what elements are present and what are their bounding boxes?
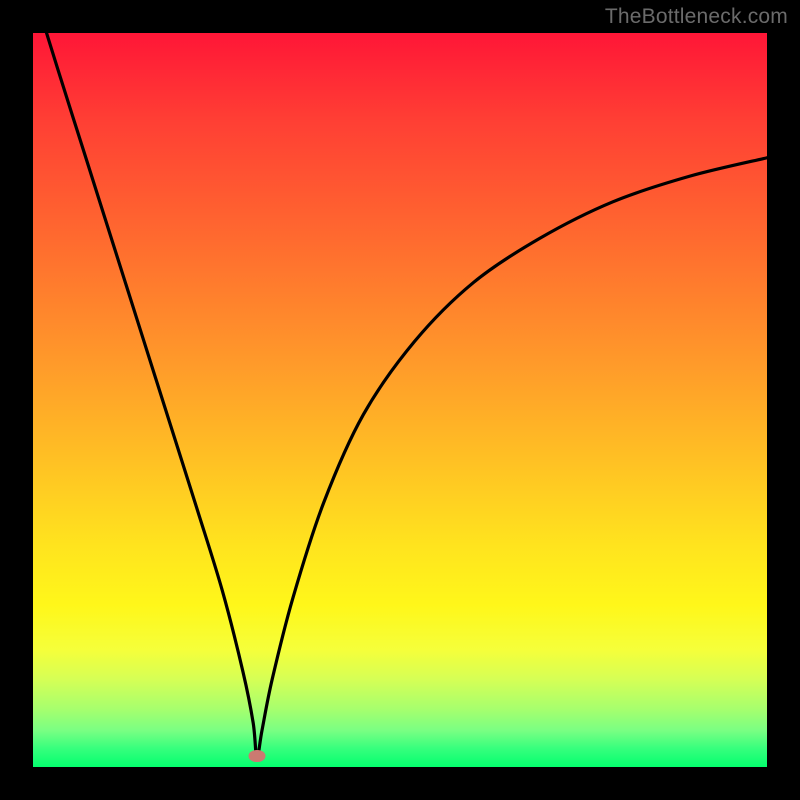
bottleneck-curve [33,33,767,767]
chart-frame: TheBottleneck.com [0,0,800,800]
minimum-marker [248,750,265,762]
plot-area [33,33,767,767]
watermark-text: TheBottleneck.com [605,5,788,29]
